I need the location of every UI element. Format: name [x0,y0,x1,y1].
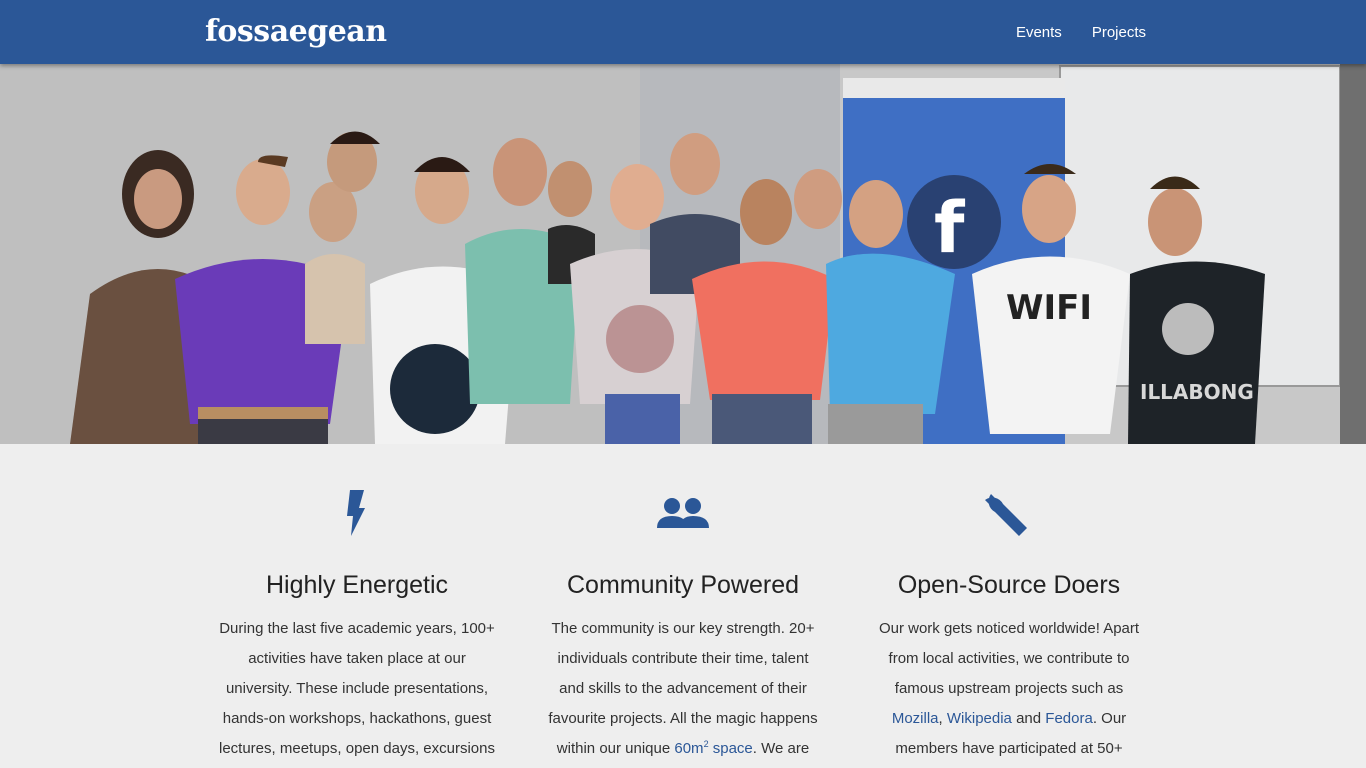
link-text-space: space [708,740,753,757]
link-mozilla[interactable]: Mozilla [892,710,939,727]
feature-title: Open-Source Doers [897,571,1121,599]
link-60m2-space[interactable]: 60m2 space [674,740,753,758]
svg-text:f: f [934,187,966,269]
feature-text-part: The community is our key strength. 20+ i… [548,620,818,757]
nav-link-events[interactable]: Events [1016,24,1062,41]
lightning-bolt-icon [327,488,387,538]
wrench-icon [979,488,1039,538]
brand-logo-link[interactable]: fossaegean [205,14,387,49]
features-section: Highly Energetic During the last five ac… [0,444,1366,768]
svg-text:WIFI: WIFI [1006,288,1092,328]
svg-text:ILLABONG: ILLABONG [1140,380,1254,404]
feature-title: Highly Energetic [265,571,449,599]
link-fedora[interactable]: Fedora [1045,710,1093,727]
feature-title: Community Powered [566,571,800,599]
feature-text-part: . We are [752,740,810,757]
link-wikipedia[interactable]: Wikipedia [947,710,1012,727]
feature-description: The community is our key strength. 20+ i… [543,614,823,764]
top-navbar: fossaegean Events Projects [0,0,1366,64]
separator: , [938,710,947,727]
hero-group-photo: f WIFI ILLABONG [0,64,1366,444]
link-text-60m: 60m [674,740,704,757]
feature-description: Our work gets noticed worldwide! Apart f… [869,614,1149,764]
feature-description: During the last five academic years, 100… [219,620,495,757]
nav-links: Events Projects [1016,0,1146,64]
fedora-logo: f [907,175,1001,269]
and-text: and [1011,710,1046,727]
nav-link-projects[interactable]: Projects [1092,24,1146,41]
people-group-icon [653,488,713,538]
feature-text-part: Our work gets noticed worldwide! Apart f… [878,620,1140,697]
